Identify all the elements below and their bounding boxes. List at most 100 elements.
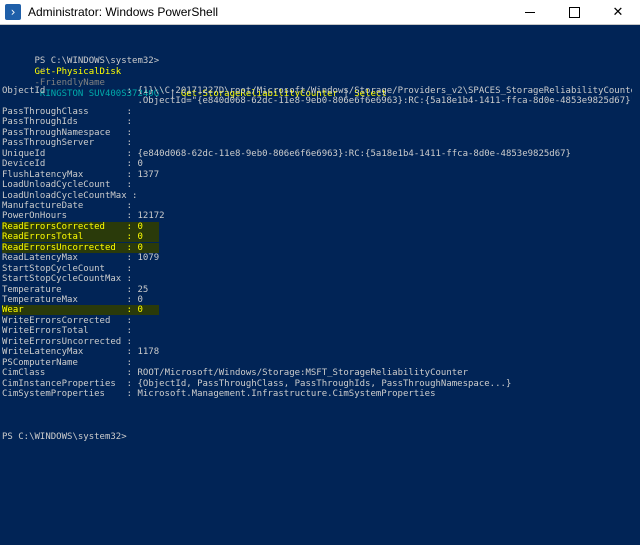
- property-name: ManufactureDate: [2, 200, 84, 211]
- property-separator: :: [77, 295, 138, 305]
- highlighted-row: Wear : 0: [2, 305, 160, 316]
- property-separator: :: [104, 263, 138, 274]
- property-row: Wear : 0: [2, 305, 160, 316]
- property-separator: :: [115, 242, 138, 253]
- property-value: {ObjectId, PassThroughClass, PassThrough…: [137, 378, 512, 389]
- property-value: 12172: [137, 211, 165, 222]
- property-row: LoadUnloadCycleCount :: [2, 180, 137, 191]
- property-value: 1079: [137, 253, 160, 264]
- close-button[interactable]: [596, 0, 640, 24]
- highlight-padding: [143, 222, 159, 232]
- property-name: TemperatureMax: [2, 295, 78, 305]
- property-separator: :: [88, 326, 138, 337]
- highlight-padding: [143, 243, 159, 253]
- property-separator: [2, 96, 137, 106]
- property-name: PassThroughServer: [2, 138, 95, 149]
- property-row: DeviceId : 0: [2, 159, 143, 170]
- highlighted-row: ReadErrorsTotal : 0: [2, 232, 160, 243]
- property-value: Microsoft.Management.Infrastructure.CimS…: [137, 389, 436, 400]
- property-value: 1377: [137, 169, 160, 180]
- property-separator: :: [83, 169, 138, 180]
- property-separator: :: [77, 117, 138, 128]
- property-separator: :: [83, 347, 138, 358]
- property-separator: :: [61, 284, 138, 295]
- property-name: FlushLatencyMax: [2, 169, 84, 180]
- property-name: WriteErrorsCorrected: [2, 315, 111, 326]
- property-row: CimInstanceProperties : {ObjectId, PassT…: [2, 379, 511, 390]
- property-separator: :: [121, 336, 138, 347]
- property-name: WriteErrorsTotal: [2, 326, 89, 337]
- property-separator: :: [45, 368, 138, 379]
- property-name: StartStopCycleCountMax: [2, 274, 122, 285]
- minimize-button[interactable]: [508, 0, 552, 24]
- property-value: {e840d068-62dc-11e8-9eb0-806e6f6e6963}:R…: [137, 148, 571, 159]
- property-name: PSComputerName: [2, 357, 78, 368]
- highlight-padding: [143, 305, 159, 315]
- property-row: WriteLatencyMax : 1178: [2, 347, 159, 358]
- property-row: ReadErrorsCorrected : 0: [2, 221, 160, 233]
- property-value: 0: [137, 295, 143, 305]
- property-name: ReadErrorsUncorrected: [2, 242, 116, 253]
- property-row: StartStopCycleCount :: [2, 264, 137, 275]
- command-continuation: *: [8, 56, 46, 77]
- property-row: PassThroughClass :: [2, 107, 137, 118]
- property-row: CimClass : ROOT/Microsoft/Windows/Storag…: [2, 368, 468, 379]
- property-row: CimSystemProperties : Microsoft.Manageme…: [2, 389, 435, 400]
- property-name: CimClass: [2, 368, 46, 379]
- property-separator: :: [94, 138, 138, 149]
- property-value: 0: [137, 159, 143, 170]
- property-name: LoadUnloadCycleCount: [2, 180, 111, 191]
- property-name: CimInstanceProperties: [2, 378, 116, 389]
- property-name: PowerOnHours: [2, 211, 68, 222]
- property-row-continuation: .ObjectId="{e840d068-62dc-11e8-9eb0-806e…: [2, 96, 632, 107]
- property-row: LoadUnloadCycleCountMax :: [2, 191, 143, 202]
- property-separator: :: [77, 357, 138, 368]
- property-row: Temperature : 25: [2, 285, 148, 296]
- property-separator: :: [67, 211, 138, 222]
- property-name: ReadLatencyMax: [2, 253, 78, 264]
- cmd-get-physical-disk: Get-PhysicalDisk: [34, 67, 122, 77]
- property-row: PassThroughNamespace :: [2, 128, 137, 139]
- final-prompt: PS C:\WINDOWS\system32>: [2, 432, 127, 442]
- property-row: PassThroughIds :: [2, 117, 137, 128]
- property-separator: :: [110, 315, 138, 326]
- title-bar[interactable]: › Administrator: Windows PowerShell: [0, 0, 640, 25]
- property-separator: :: [45, 148, 138, 159]
- property-name: PassThroughIds: [2, 117, 78, 128]
- property-row: FlushLatencyMax : 1377: [2, 170, 159, 181]
- property-value: ROOT/Microsoft/Windows/Storage:MSFT_Stor…: [137, 368, 469, 379]
- property-row: StartStopCycleCountMax :: [2, 274, 137, 285]
- property-name: WriteErrorsUncorrected: [2, 336, 122, 347]
- command-line: PS C:\WINDOWS\system32> Get-PhysicalDisk…: [2, 45, 387, 99]
- property-separator: :: [45, 86, 138, 96]
- property-row: PSComputerName :: [2, 358, 137, 369]
- property-separator: :: [23, 305, 138, 316]
- property-separator: :: [104, 221, 138, 232]
- powershell-icon: ›: [5, 4, 21, 20]
- property-row: PowerOnHours : 12172: [2, 211, 165, 222]
- property-name: ObjectId: [2, 86, 46, 96]
- console-output[interactable]: PS C:\WINDOWS\system32> Get-PhysicalDisk…: [0, 25, 632, 545]
- property-name: PassThroughNamespace: [2, 127, 111, 138]
- property-name: ReadErrorsCorrected: [2, 221, 105, 232]
- property-name: Temperature: [2, 284, 62, 295]
- property-row: TemperatureMax : 0: [2, 295, 143, 306]
- powershell-window: › Administrator: Windows PowerShell PS C…: [0, 0, 640, 545]
- property-row: ReadLatencyMax : 1079: [2, 253, 159, 264]
- highlighted-row: ReadErrorsCorrected : 0: [2, 221, 160, 232]
- property-separator: :: [115, 378, 138, 389]
- scrollbar[interactable]: [632, 25, 640, 545]
- property-value: .ObjectId="{e840d068-62dc-11e8-9eb0-806e…: [137, 96, 632, 107]
- maximize-button[interactable]: [552, 0, 596, 24]
- property-name: Wear: [2, 305, 24, 316]
- property-separator: :: [126, 190, 143, 201]
- property-row: WriteErrorsTotal :: [2, 326, 137, 337]
- property-separator: :: [110, 127, 138, 138]
- property-separator: :: [83, 232, 138, 243]
- property-separator: :: [83, 200, 138, 211]
- property-separator: :: [88, 106, 138, 117]
- property-value: {1}\\C-20171227D\root/Microsoft/Windows/…: [137, 86, 632, 96]
- property-value: 1178: [137, 347, 160, 358]
- property-value: 25: [137, 284, 149, 295]
- property-name: PassThroughClass: [2, 106, 89, 117]
